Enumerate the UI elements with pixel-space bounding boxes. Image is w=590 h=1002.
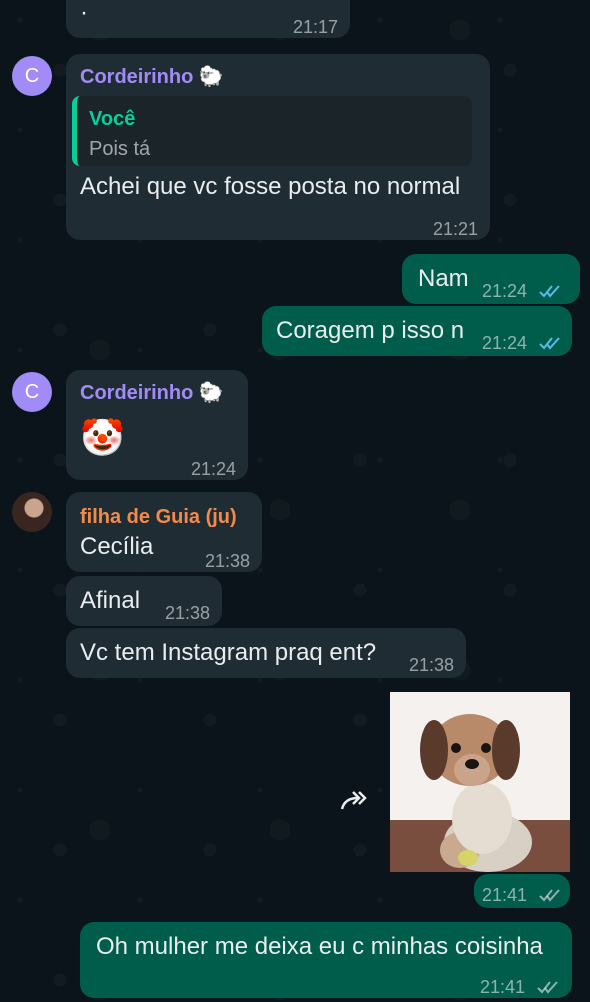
puppy-sticker-icon bbox=[390, 714, 570, 872]
message-time-with-status: 21:41 bbox=[480, 972, 560, 1002]
message-bubble[interactable]: Vc tem Instagram praq ent? 21:38 bbox=[66, 628, 466, 678]
sender-name: Cordeirinho 🐑 bbox=[80, 66, 224, 88]
message-text: · bbox=[80, 0, 88, 26]
message-bubble[interactable]: Afinal 21:38 bbox=[66, 576, 222, 626]
sender-name: filha de Guia (ju) bbox=[80, 506, 237, 528]
message-time-with-status: 21:41 bbox=[482, 880, 562, 910]
message-time: 21:41 bbox=[479, 977, 525, 997]
message-text: Vc tem Instagram praq ent? bbox=[80, 639, 377, 666]
message-text: Achei que vc fosse posta no normal bbox=[80, 173, 461, 200]
message-time: 21:24 bbox=[190, 459, 236, 479]
message-bubble[interactable]: Cordeirinho 🐑 🤡 21:24 bbox=[66, 370, 248, 480]
message-bubble[interactable]: Nam 21:24 bbox=[402, 254, 580, 304]
message-time: 21:41 bbox=[482, 885, 528, 905]
avatar[interactable]: C bbox=[12, 56, 52, 96]
message-time: 21:17 bbox=[292, 17, 338, 37]
message-time: 21:38 bbox=[164, 603, 210, 623]
double-check-delivered-icon bbox=[539, 889, 560, 902]
quote-author: Você bbox=[89, 108, 136, 130]
forward-button[interactable] bbox=[332, 780, 374, 822]
message-time: 21:38 bbox=[204, 551, 250, 571]
message-time-with-status: 21:24 bbox=[482, 328, 562, 358]
double-check-read-icon bbox=[539, 337, 560, 350]
double-check-delivered-icon bbox=[537, 981, 558, 994]
sender-name: Cordeirinho 🐑 bbox=[80, 382, 224, 404]
message-time: 21:24 bbox=[482, 281, 528, 301]
sticker-image[interactable] bbox=[390, 692, 570, 872]
forward-icon bbox=[340, 791, 367, 810]
avatar-letter: C bbox=[24, 380, 40, 403]
message-text: Afinal bbox=[80, 587, 141, 614]
message-time: 21:38 bbox=[408, 655, 454, 675]
message-bubble[interactable]: Oh mulher me deixa eu c minhas coisinha … bbox=[80, 922, 572, 998]
avatar[interactable]: C bbox=[12, 372, 52, 412]
message-text: Coragem p isso n bbox=[276, 317, 465, 344]
avatar-letter: C bbox=[24, 64, 40, 87]
message-time-pill: 21:41 bbox=[474, 874, 570, 908]
message-text: Cecília bbox=[80, 533, 154, 560]
message-bubble[interactable]: filha de Guia (ju) Cecília 21:38 bbox=[66, 492, 262, 572]
message-bubble[interactable]: Coragem p isso n 21:24 bbox=[262, 306, 572, 356]
avatar[interactable] bbox=[12, 492, 52, 532]
message-time: 21:24 bbox=[482, 333, 528, 353]
message-text: Nam bbox=[418, 265, 469, 292]
message-bubble[interactable]: Cordeirinho 🐑 Você Pois tá Achei que vc … bbox=[66, 54, 490, 240]
quoted-message[interactable]: Você Pois tá bbox=[72, 96, 472, 166]
message-text: Oh mulher me deixa eu c minhas coisinha bbox=[96, 933, 543, 960]
clown-emoji: 🤡 bbox=[80, 417, 125, 458]
message-bubble[interactable]: · 21:17 bbox=[66, 0, 350, 38]
message-time: 21:21 bbox=[432, 219, 478, 239]
double-check-read-icon bbox=[539, 285, 560, 298]
quote-text: Pois tá bbox=[89, 138, 151, 160]
message-time-with-status: 21:24 bbox=[482, 276, 562, 306]
